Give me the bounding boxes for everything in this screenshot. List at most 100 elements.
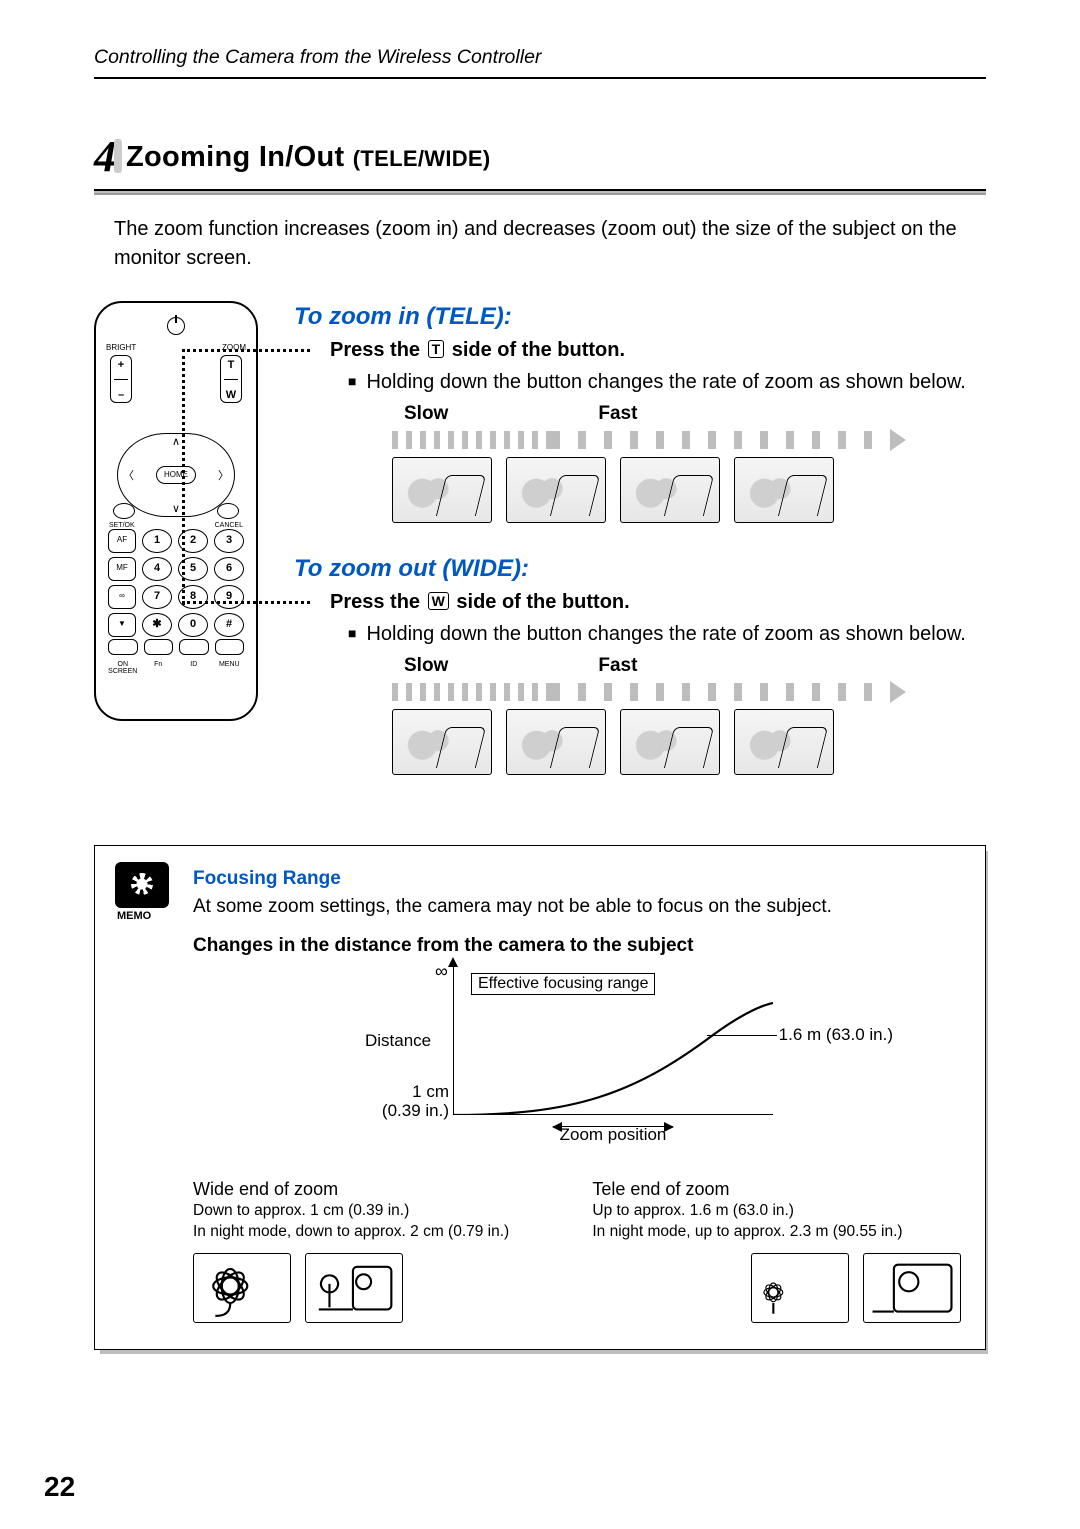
key-3: 3 [214, 529, 244, 553]
step-title-main: Zooming In/Out [126, 141, 344, 173]
t-keycap-icon: T [428, 340, 445, 358]
bottom-buttons: ON SCREEN Fn ID MENU [108, 639, 244, 675]
dpad: HOME ∧ ∨ 〈 〉 SET/OK CANCEL [117, 433, 235, 517]
wide-hold-note: Holding down the button changes the rate… [370, 620, 986, 649]
tele-speed-labels: Slow Fast [404, 403, 986, 425]
wide-end-col: Wide end of zoom Down to approx. 1 cm (0… [193, 1177, 562, 1243]
step-title: Zooming In/Out (TELE/WIDE) [126, 141, 491, 174]
inf-tag: ∞ [108, 585, 136, 609]
text: side of the button. [446, 339, 625, 361]
key-0: 0 [178, 613, 208, 637]
wide-end-title: Wide end of zoom [193, 1177, 562, 1201]
callout-line-icon [182, 349, 185, 605]
text: Press the [330, 591, 426, 613]
fast-label: Fast [598, 403, 637, 425]
down-tag: ▼ [108, 613, 136, 637]
tele-press-line: Press the T side of the button. [330, 339, 986, 362]
infinity-label: ∞ [435, 961, 448, 982]
wide-speed-bar-icon [392, 683, 892, 701]
slow-label: Slow [404, 655, 448, 677]
step-heading: 4 Zooming In/Out (TELE/WIDE) [94, 135, 986, 179]
camera-far-icon [305, 1253, 403, 1323]
memo-lightbulb-icon [115, 862, 169, 908]
running-head: Controlling the Camera from the Wireless… [94, 46, 986, 79]
wide-press-line: Press the W side of the button. [330, 591, 986, 614]
flower-closeup-icon [193, 1253, 291, 1323]
fast-label: Fast [598, 655, 637, 677]
zoom-end-notes: Wide end of zoom Down to approx. 1 cm (0… [193, 1177, 961, 1243]
onscreen-label: ON SCREEN [108, 661, 138, 675]
key-4: 4 [142, 557, 172, 581]
callout-line-icon [182, 349, 310, 352]
w-keycap-icon: W [428, 592, 449, 610]
up-arrow-icon: ∧ [172, 435, 180, 448]
tele-end-line-2: In night mode, up to approx. 2.3 m (90.5… [592, 1222, 961, 1243]
home-button-icon: HOME [156, 466, 196, 484]
distance-axis-label: Distance [365, 1031, 431, 1051]
zoom-rocker: T W [220, 355, 242, 403]
page-number: 22 [44, 1471, 75, 1503]
zoom-sample-icon [734, 457, 834, 523]
text: 1 cm [412, 1082, 449, 1101]
step-title-sub: (TELE/WIDE) [353, 146, 491, 171]
zoom-sample-icon [392, 457, 492, 523]
focus-range-chart: ∞ Effective focusing range Distance 1.6 … [193, 965, 961, 1165]
memo-heading-1: Focusing Range [193, 868, 961, 890]
key-7: 7 [142, 585, 172, 609]
key-9: 9 [214, 585, 244, 609]
memo-heading-2: Changes in the distance from the camera … [193, 935, 961, 957]
zoom-sample-icon [620, 457, 720, 523]
memo-label: MEMO [117, 910, 151, 922]
key-hash: # [214, 613, 244, 637]
camera-near-icon [863, 1253, 961, 1323]
zoom-position-label: Zoom position [560, 1125, 667, 1145]
end-thumbnails [193, 1253, 961, 1323]
wide-heading: To zoom out (WIDE): [294, 555, 986, 583]
tele-heading: To zoom in (TELE): [294, 303, 986, 331]
intro-paragraph: The zoom function increases (zoom in) an… [114, 215, 986, 273]
zoom-sample-icon [734, 709, 834, 775]
step-number: 4 [94, 135, 116, 179]
menu-label: MENU [215, 661, 245, 675]
fn-label: Fn [144, 661, 174, 675]
wide-speed-labels: Slow Fast [404, 655, 986, 677]
right-arrow-icon: 〉 [218, 467, 229, 483]
text: (0.39 in.) [382, 1101, 449, 1120]
wide-key-icon: W [221, 389, 241, 401]
remote-illustration: BRIGHT ZOOM + – T W HOME ∧ ∨ 〈 〉 [94, 301, 258, 721]
callout-line-icon [182, 601, 310, 604]
key-6: 6 [214, 557, 244, 581]
af-tag: AF [108, 529, 136, 553]
left-arrow-icon: 〈 [123, 467, 134, 483]
text: Press the [330, 339, 426, 361]
tele-end-title: Tele end of zoom [592, 1177, 961, 1201]
onecm-tick-label: 1 cm (0.39 in.) [369, 1082, 449, 1121]
section-rule [94, 189, 986, 195]
down-arrow-icon: ∨ [172, 502, 180, 515]
zoom-sample-icon [506, 457, 606, 523]
power-icon [167, 317, 185, 335]
tele-end-col: Tele end of zoom Up to approx. 1.6 m (63… [592, 1177, 961, 1243]
memo-paragraph-1: At some zoom settings, the camera may no… [193, 894, 961, 921]
plus-icon: + [111, 359, 131, 371]
wide-end-line-1: Down to approx. 1 cm (0.39 in.) [193, 1201, 562, 1222]
zoom-sample-icon [506, 709, 606, 775]
zoom-sample-icon [620, 709, 720, 775]
key-star: ✱ [142, 613, 172, 637]
setok-label: SET/OK [109, 522, 135, 529]
minus-icon: – [111, 389, 131, 401]
key-1: 1 [142, 529, 172, 553]
bright-label: BRIGHT [106, 343, 136, 352]
mf-tag: MF [108, 557, 136, 581]
id-label: ID [179, 661, 209, 675]
tele-hold-note: Holding down the button changes the rate… [370, 368, 986, 397]
bright-rocker: + – [110, 355, 132, 403]
keypad: AF 1 2 3 MF 4 5 6 ∞ 7 8 9 ▼ ✱ 0 # [108, 529, 244, 637]
tele-key-icon: T [221, 359, 241, 371]
memo-box: MEMO Focusing Range At some zoom setting… [94, 845, 986, 1350]
tele-speed-bar-icon [392, 431, 892, 449]
effective-range-label: Effective focusing range [471, 973, 655, 995]
tele-distance-callout: 1.6 m (63.0 in.) [779, 1025, 893, 1045]
text: side of the button. [451, 591, 630, 613]
cancel-label: CANCEL [215, 522, 243, 529]
